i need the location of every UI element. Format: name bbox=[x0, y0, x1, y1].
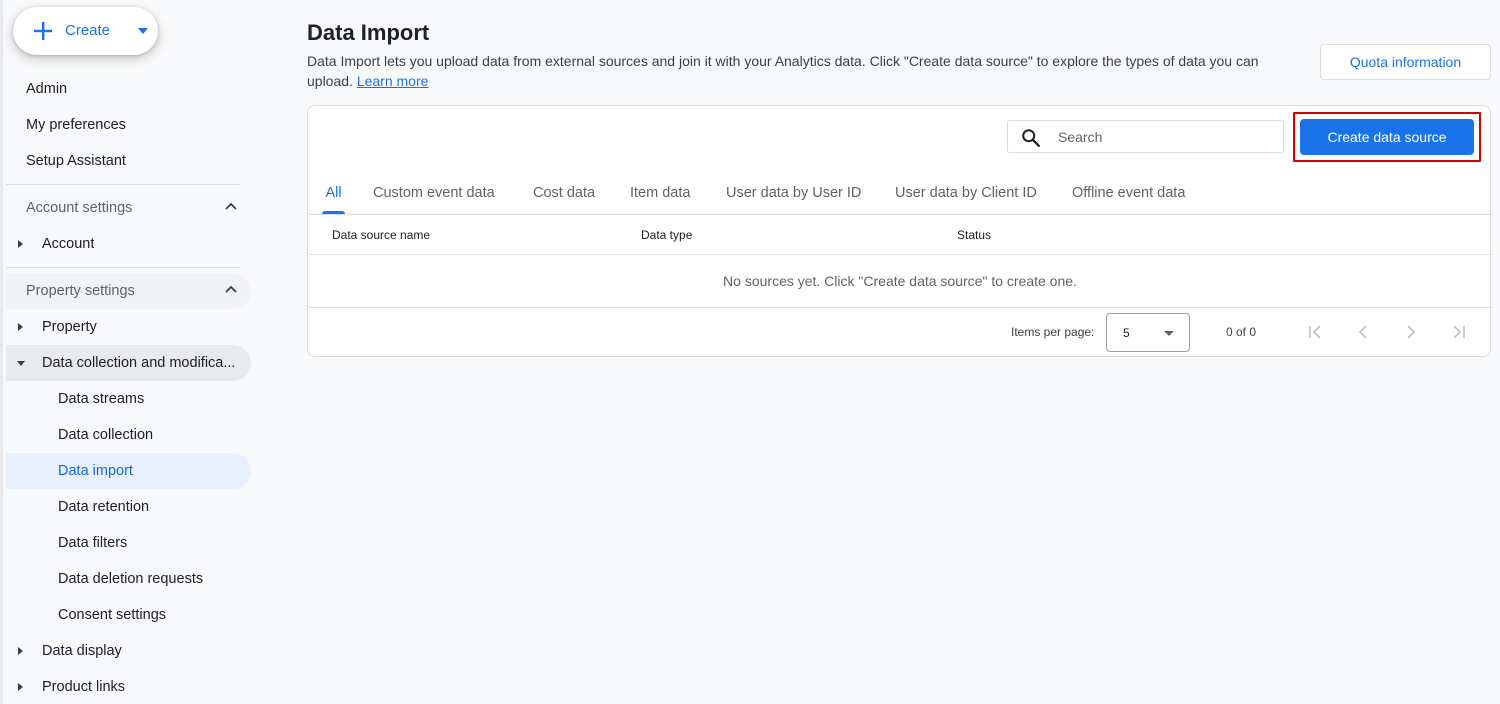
sidebar-item-label: Data collection and modifica... bbox=[42, 355, 236, 371]
column-header-data-source-name[interactable]: Data source name bbox=[332, 215, 430, 255]
sidebar-section-account-settings[interactable]: Account settings bbox=[6, 190, 251, 226]
sidebar-item-my-preferences[interactable]: My preferences bbox=[6, 107, 251, 143]
items-per-page-value: 5 bbox=[1123, 326, 1130, 340]
sidebar-item-data-collection-modification[interactable]: Data collection and modifica... bbox=[6, 345, 251, 381]
sidebar-item-data-import[interactable]: Data import bbox=[6, 453, 251, 489]
page-title: Data Import bbox=[307, 20, 430, 45]
column-header-status[interactable]: Status bbox=[957, 215, 991, 255]
page-description: Data Import lets you upload data from ex… bbox=[307, 51, 1297, 91]
previous-page-icon[interactable] bbox=[1351, 320, 1375, 344]
sidebar-item-label: Setup Assistant bbox=[26, 153, 126, 169]
sidebar-divider bbox=[6, 184, 240, 185]
tab-item-data[interactable]: Item data bbox=[630, 172, 690, 214]
sidebar-item-label: My preferences bbox=[26, 117, 126, 133]
sidebar-item-property[interactable]: Property bbox=[6, 309, 251, 345]
sidebar-item-data-streams[interactable]: Data streams bbox=[6, 381, 251, 417]
sidebar-item-data-retention[interactable]: Data retention bbox=[6, 489, 251, 525]
sidebar-item-data-filters[interactable]: Data filters bbox=[6, 525, 251, 561]
sidebar-item-data-display[interactable]: Data display bbox=[6, 633, 251, 669]
sidebar-item-data-deletion-requests[interactable]: Data deletion requests bbox=[6, 561, 251, 597]
paginator: Items per page: 5 0 of 0 bbox=[308, 308, 1492, 356]
sidebar-item-label: Consent settings bbox=[58, 607, 167, 623]
next-page-icon[interactable] bbox=[1399, 320, 1423, 344]
create-data-source-button[interactable]: Create data source bbox=[1300, 119, 1474, 155]
sidebar-item-consent-settings[interactable]: Consent settings bbox=[6, 597, 251, 633]
section-label: Account settings bbox=[26, 200, 133, 216]
column-header-data-type[interactable]: Data type bbox=[641, 215, 692, 255]
sidebar: Create Admin My preferences Setup Assist… bbox=[0, 0, 256, 704]
sidebar-item-data-collection[interactable]: Data collection bbox=[6, 417, 251, 453]
sidebar-item-label: Data deletion requests bbox=[58, 571, 204, 587]
sidebar-item-label: Data filters bbox=[58, 535, 128, 551]
plus-icon bbox=[34, 22, 52, 40]
last-page-icon[interactable] bbox=[1447, 320, 1471, 344]
sidebar-item-label: Data collection bbox=[58, 427, 154, 443]
sidebar-item-label: Admin bbox=[26, 81, 68, 97]
sidebar-item-label: Data import bbox=[58, 463, 133, 479]
section-label: Property settings bbox=[26, 283, 135, 299]
sidebar-item-admin[interactable]: Admin bbox=[6, 71, 251, 107]
items-per-page-select[interactable]: 5 bbox=[1106, 313, 1190, 352]
tab-user-data-by-user-id[interactable]: User data by User ID bbox=[726, 172, 861, 214]
search-input[interactable] bbox=[1058, 121, 1278, 152]
sidebar-section-property-settings[interactable]: Property settings bbox=[6, 273, 251, 309]
sidebar-item-label: Data display bbox=[42, 643, 122, 659]
description-text: Data Import lets you upload data from ex… bbox=[307, 53, 1259, 89]
dropdown-arrow-icon bbox=[1164, 331, 1174, 336]
expand-arrow-icon bbox=[18, 683, 23, 691]
quota-information-button[interactable]: Quota information bbox=[1320, 44, 1491, 80]
learn-more-link[interactable]: Learn more bbox=[357, 73, 429, 89]
chevron-up-icon bbox=[225, 285, 237, 293]
collapse-arrow-icon bbox=[17, 361, 25, 366]
sidebar-divider bbox=[6, 267, 240, 268]
chevron-up-icon bbox=[225, 202, 237, 210]
expand-arrow-icon bbox=[18, 323, 23, 331]
sidebar-item-label: Property bbox=[42, 319, 97, 335]
expand-arrow-icon bbox=[18, 647, 23, 655]
sidebar-item-label: Account bbox=[42, 236, 95, 252]
page-range-label: 0 of 0 bbox=[1226, 325, 1257, 339]
sidebar-item-label: Data streams bbox=[58, 391, 145, 407]
sidebar-item-label: Product links bbox=[42, 679, 126, 695]
tab-cost-data[interactable]: Cost data bbox=[533, 172, 595, 214]
search-field[interactable] bbox=[1007, 120, 1284, 153]
highlight-box: Create data source bbox=[1293, 112, 1481, 162]
table-header: Data source name Data type Status bbox=[308, 215, 1492, 255]
sidebar-item-product-links[interactable]: Product links bbox=[6, 669, 251, 704]
tab-all[interactable]: All bbox=[322, 172, 345, 214]
items-per-page-label: Items per page: bbox=[1011, 325, 1095, 339]
create-button[interactable]: Create bbox=[13, 7, 158, 55]
sidebar-item-label: Data retention bbox=[58, 499, 150, 515]
data-type-tabs: All Custom event data Cost data Item dat… bbox=[308, 172, 1492, 215]
data-sources-card: Create data source All Custom event data… bbox=[307, 105, 1492, 357]
sidebar-item-setup-assistant[interactable]: Setup Assistant bbox=[6, 143, 251, 179]
create-button-label: Create bbox=[65, 22, 111, 39]
empty-table-message: No sources yet. Click "Create data sourc… bbox=[308, 255, 1492, 308]
caret-down-icon bbox=[138, 28, 148, 34]
tab-custom-event-data[interactable]: Custom event data bbox=[373, 172, 495, 214]
tab-user-data-by-client-id[interactable]: User data by Client ID bbox=[895, 172, 1037, 214]
tab-offline-event-data[interactable]: Offline event data bbox=[1072, 172, 1185, 214]
sidebar-item-account[interactable]: Account bbox=[6, 226, 251, 262]
app-window: Create Admin My preferences Setup Assist… bbox=[0, 0, 1500, 704]
expand-arrow-icon bbox=[18, 240, 23, 248]
first-page-icon[interactable] bbox=[1303, 320, 1327, 344]
search-icon bbox=[1022, 129, 1040, 147]
